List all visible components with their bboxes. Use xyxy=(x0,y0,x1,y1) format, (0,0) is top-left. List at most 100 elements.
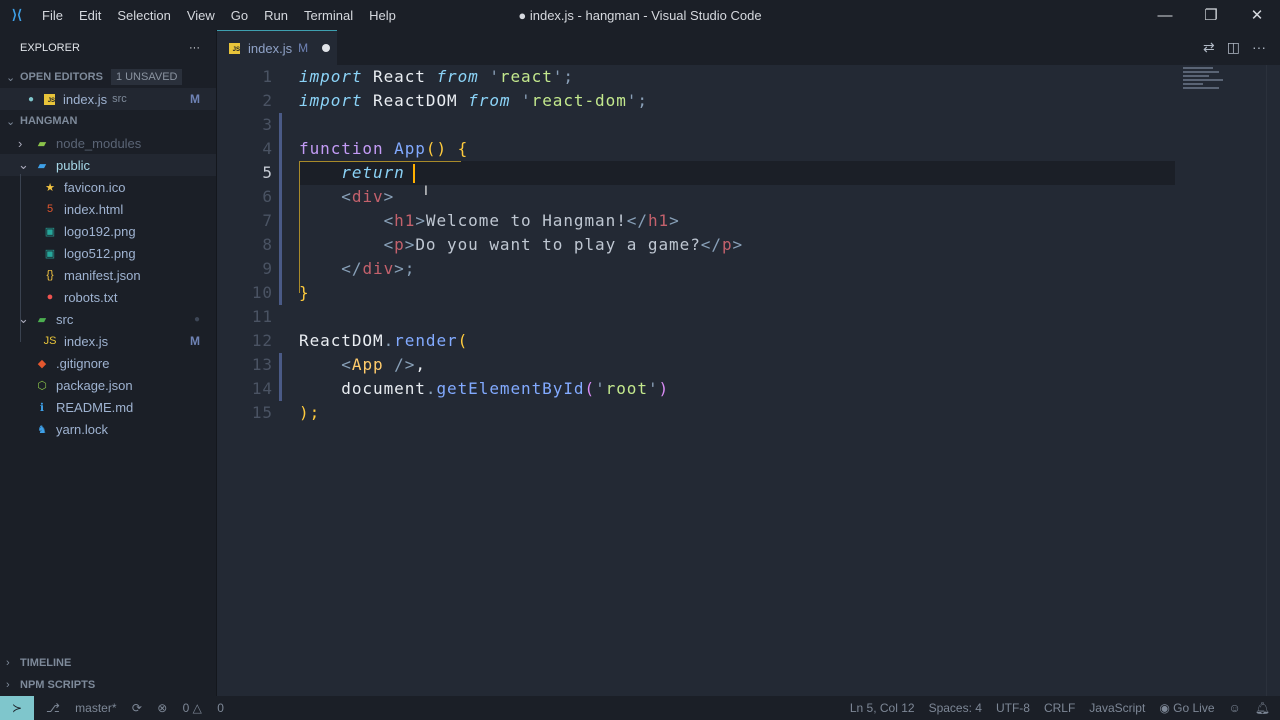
indent-guide xyxy=(20,174,21,342)
warning-count: 0 xyxy=(217,701,224,715)
tree-item[interactable]: ⌄ ▰ src ● xyxy=(0,308,216,330)
open-editors-section[interactable]: ⌄ OPEN EDITORS 1 UNSAVED xyxy=(0,66,216,88)
tree-item[interactable]: ⌄ ▰ public xyxy=(0,154,216,176)
tree-item[interactable]: ★ favicon.ico xyxy=(0,176,216,198)
line-number: 4 xyxy=(262,139,273,158)
code-token: } xyxy=(299,283,310,302)
code-token: , xyxy=(415,355,426,374)
code-token: div xyxy=(351,187,384,206)
code-token: App xyxy=(351,355,384,374)
minimap[interactable] xyxy=(1179,65,1259,100)
tree-item[interactable]: JS index.js M xyxy=(0,330,216,352)
tree-item[interactable]: ◆ .gitignore xyxy=(0,352,216,374)
menu-help[interactable]: Help xyxy=(361,8,404,23)
tree-item[interactable]: {} manifest.json xyxy=(0,264,216,286)
error-count: 0 xyxy=(182,701,190,715)
code-token: () xyxy=(425,139,448,158)
file-name: src xyxy=(56,311,74,327)
language-mode[interactable]: JavaScript xyxy=(1089,701,1145,715)
code-token: import xyxy=(299,91,363,110)
menu-view[interactable]: View xyxy=(179,8,223,23)
chevron-right-icon: › xyxy=(6,679,10,691)
cursor-position[interactable]: Ln 5, Col 12 xyxy=(850,701,915,715)
tab-index-js[interactable]: JS index.js M xyxy=(217,30,337,65)
code-token: root xyxy=(605,379,648,398)
vertical-scrollbar[interactable] xyxy=(1266,65,1280,696)
line-number: 14 xyxy=(251,379,273,398)
tree-item[interactable]: ℹ README.md xyxy=(0,396,216,418)
close-button[interactable]: ✕ xyxy=(1234,0,1280,30)
go-live-label: Go Live xyxy=(1173,701,1215,715)
js-icon: JS xyxy=(229,42,240,54)
open-changes-icon[interactable]: ⇄ xyxy=(1203,39,1215,56)
code-token: render xyxy=(394,331,458,350)
tree-item[interactable]: ▣ logo512.png xyxy=(0,242,216,264)
more-actions-icon[interactable]: ··· xyxy=(1252,39,1266,56)
tree-item[interactable]: ▣ logo192.png xyxy=(0,220,216,242)
code-token: div xyxy=(362,259,395,278)
git-branch[interactable]: ⎇ master* xyxy=(46,701,117,715)
code-token: react-dom xyxy=(531,91,627,110)
menu-edit[interactable]: Edit xyxy=(71,8,109,23)
code-editor[interactable]: 1 import React from 'react'; 2 import React… xyxy=(217,65,1280,696)
tree-item[interactable]: › ▰ node_modules xyxy=(0,132,216,154)
code-token: > xyxy=(415,211,426,230)
code-token: ' xyxy=(510,91,532,110)
image-icon: ▣ xyxy=(44,247,56,260)
code-token: < xyxy=(299,187,352,206)
unsaved-dot-icon[interactable] xyxy=(322,44,331,52)
file-name: logo512.png xyxy=(64,245,136,261)
menu-go[interactable]: Go xyxy=(223,8,256,23)
open-editor-index-js[interactable]: ● JS index.js src M xyxy=(0,88,216,110)
title-bar: ⟩⟨ File Edit Selection View Go Run Terminal Hel… xyxy=(0,0,1280,30)
unsaved-dot-icon: ● xyxy=(28,93,35,105)
code-line: 9 </div>; xyxy=(217,257,1177,281)
code-token: </ xyxy=(626,211,648,230)
line-number: 10 xyxy=(251,283,273,302)
problems[interactable]: ⊗ 0 △ 0 xyxy=(157,701,224,715)
code-token: </ xyxy=(299,259,363,278)
file-path: src xyxy=(112,93,127,105)
tree-item[interactable]: ⬡ package.json xyxy=(0,374,216,396)
code-line: 4 function App() { xyxy=(217,137,1177,161)
line-number: 11 xyxy=(251,307,273,326)
npm-scripts-section[interactable]: › NPM SCRIPTS xyxy=(0,674,216,696)
project-section[interactable]: ⌄ HANGMAN xyxy=(0,110,216,132)
folder-open-icon: ▰ xyxy=(37,159,47,172)
more-actions-icon[interactable]: ··· xyxy=(189,42,200,54)
minimize-button[interactable]: — xyxy=(1142,0,1188,30)
code-line: 6 <div> xyxy=(217,185,1177,209)
tab-bar: JS index.js M ⇄ ◫ ··· xyxy=(217,30,1280,65)
encoding[interactable]: UTF-8 xyxy=(996,701,1030,715)
file-name: yarn.lock xyxy=(56,421,109,437)
split-editor-icon[interactable]: ◫ xyxy=(1227,39,1240,56)
tree-item[interactable]: ♞ yarn.lock xyxy=(0,418,216,440)
timeline-section[interactable]: › TIMELINE xyxy=(0,652,216,674)
menu-terminal[interactable]: Terminal xyxy=(296,8,361,23)
restore-button[interactable]: ❐ xyxy=(1188,0,1234,30)
sync-icon[interactable]: ⟳ xyxy=(132,701,142,715)
go-live-button[interactable]: ◉ Go Live xyxy=(1159,701,1214,715)
code-token: '; xyxy=(552,67,574,86)
code-token: ReactDOM xyxy=(362,91,469,110)
code-token: > xyxy=(669,211,680,230)
section-label: NPM SCRIPTS xyxy=(20,679,96,691)
remote-icon[interactable]: ≻ xyxy=(0,696,34,720)
code-line: 8 <p>Do you want to play a game?</p> xyxy=(217,233,1177,257)
menu-selection[interactable]: Selection xyxy=(109,8,178,23)
code-token: </ xyxy=(700,235,722,254)
menu-run[interactable]: Run xyxy=(256,8,296,23)
section-label: OPEN EDITORS xyxy=(20,71,103,83)
line-number: 13 xyxy=(251,355,273,374)
tree-item[interactable]: 5 index.html xyxy=(0,198,216,220)
file-name: node_modules xyxy=(56,135,142,151)
notifications-icon[interactable]: 🔔︎ xyxy=(1255,701,1270,715)
file-name: favicon.ico xyxy=(64,179,126,195)
feedback-icon[interactable]: ☺ xyxy=(1229,701,1241,715)
line-ending[interactable]: CRLF xyxy=(1044,701,1075,715)
indentation[interactable]: Spaces: 4 xyxy=(929,701,982,715)
tree-item[interactable]: ● robots.txt xyxy=(0,286,216,308)
code-token: react xyxy=(499,67,553,86)
menu-file[interactable]: File xyxy=(34,8,71,23)
file-name: package.json xyxy=(56,377,133,393)
